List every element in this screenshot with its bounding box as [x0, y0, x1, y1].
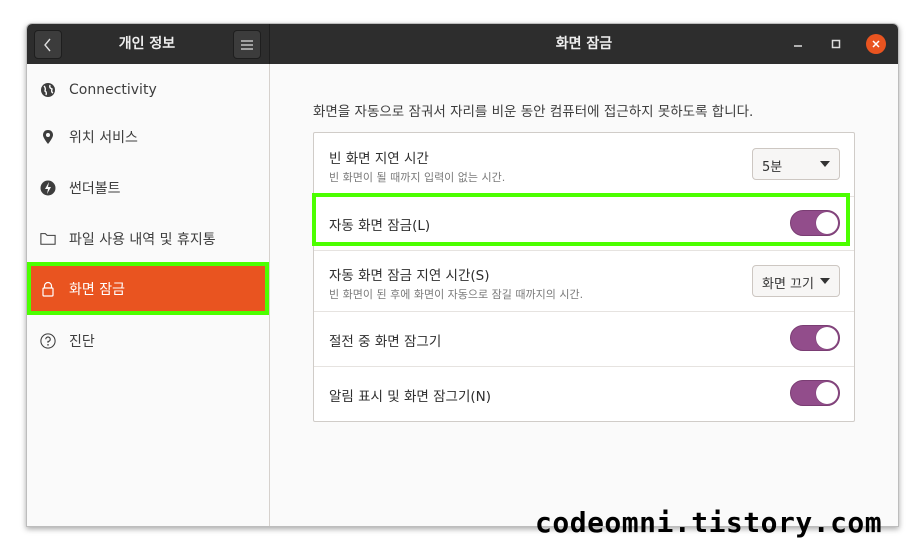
sidebar-item-thunderbolt[interactable]: 썬더볼트: [27, 162, 269, 213]
switch-knob: [816, 327, 838, 349]
dropdown-arrow-icon: [820, 161, 830, 167]
list-item-auto-screen-lock: 자동 화면 잠금(L): [314, 197, 854, 251]
sidebar-item-label: 파일 사용 내역 및 휴지통: [69, 231, 216, 248]
location-pin-icon: [40, 129, 56, 145]
maximize-icon: [831, 39, 841, 49]
watermark: codeomni.tistory.com: [535, 506, 883, 539]
row-title: 자동 화면 잠금 지연 시간(S): [329, 268, 490, 284]
list-item-lock-screen-notifications: 알림 표시 및 화면 잠그기(N): [314, 367, 854, 421]
list-item-lock-on-suspend: 절전 중 화면 잠그기: [314, 312, 854, 367]
back-button[interactable]: [34, 30, 62, 59]
settings-list: 빈 화면 지연 시간 빈 화면이 될 때까지 입력이 없는 시간. 5분 자동 …: [313, 132, 855, 422]
dropdown-arrow-icon: [820, 278, 830, 284]
sidebar-item-label: Connectivity: [69, 81, 157, 98]
dropdown-value: 화면 끄기: [762, 277, 814, 292]
blank-screen-delay-dropdown[interactable]: 5분: [752, 148, 840, 180]
switch-knob: [816, 212, 838, 234]
help-circle-icon: [40, 332, 56, 349]
dropdown-value: 5분: [762, 160, 783, 175]
screen-lock-panel: 화면을 자동으로 잠궈서 자리를 비운 동안 컴퓨터에 접근하지 못하도록 합니…: [270, 64, 898, 526]
globe-icon: [40, 82, 56, 98]
list-item-blank-screen-delay: 빈 화면 지연 시간 빈 화면이 될 때까지 입력이 없는 시간. 5분: [314, 133, 854, 197]
sidebar-item-label: 화면 잠금: [69, 281, 125, 298]
switch-knob: [816, 382, 838, 404]
row-title: 알림 표시 및 화면 잠그기(N): [329, 389, 491, 405]
menu-button[interactable]: [233, 30, 261, 59]
auto-screen-lock-switch[interactable]: [790, 210, 840, 236]
panel-description: 화면을 자동으로 잠궈서 자리를 비운 동안 컴퓨터에 접근하지 못하도록 합니…: [313, 104, 754, 120]
sidebar-item-label: 위치 서비스: [69, 129, 138, 146]
lock-icon: [40, 281, 56, 297]
row-title: 빈 화면 지연 시간: [329, 151, 429, 167]
sidebar-item-location[interactable]: 위치 서비스: [27, 111, 269, 162]
sidebar-item-connectivity[interactable]: Connectivity: [27, 64, 269, 115]
list-item-auto-lock-delay: 자동 화면 잠금 지연 시간(S) 빈 화면이 된 후에 화면이 자동으로 잠길…: [314, 251, 854, 312]
panel-title: 개인 정보: [118, 36, 176, 52]
header-left-section: 개인 정보: [27, 24, 270, 64]
sidebar: Connectivity 위치 서비스 썬더볼트 파일 사용 내역 및 휴지통 …: [27, 64, 270, 526]
auto-lock-delay-dropdown[interactable]: 화면 끄기: [752, 265, 840, 297]
row-subtitle: 빈 화면이 될 때까지 입력이 없는 시간.: [329, 171, 506, 184]
settings-window: 개인 정보 화면 잠금 Connectivity 위치 서비스 썬더볼트 파일 …: [26, 23, 899, 527]
sidebar-item-diagnostics[interactable]: 진단: [27, 315, 269, 366]
sidebar-item-label: 썬더볼트: [69, 180, 121, 197]
row-title: 절전 중 화면 잠그기: [329, 334, 442, 350]
close-button[interactable]: [866, 34, 886, 54]
lock-on-suspend-switch[interactable]: [790, 325, 840, 351]
sidebar-item-screen-lock[interactable]: 화면 잠금: [27, 262, 269, 315]
close-icon: [872, 40, 880, 48]
folder-icon: [40, 231, 56, 247]
minimize-button[interactable]: [788, 34, 808, 54]
lock-screen-notifications-switch[interactable]: [790, 380, 840, 406]
row-title: 자동 화면 잠금(L): [329, 218, 431, 234]
header-bar: 개인 정보 화면 잠금: [27, 24, 898, 64]
thunderbolt-icon: [40, 180, 56, 196]
minimize-icon: [794, 45, 802, 47]
row-subtitle: 빈 화면이 된 후에 화면이 자동으로 잠길 때까지의 시간.: [329, 288, 584, 301]
chevron-left-icon: [44, 38, 51, 51]
sidebar-item-label: 진단: [69, 333, 95, 350]
hamburger-menu-icon: [241, 39, 253, 50]
maximize-button[interactable]: [826, 34, 846, 54]
sidebar-item-file-history[interactable]: 파일 사용 내역 및 휴지통: [27, 213, 269, 264]
